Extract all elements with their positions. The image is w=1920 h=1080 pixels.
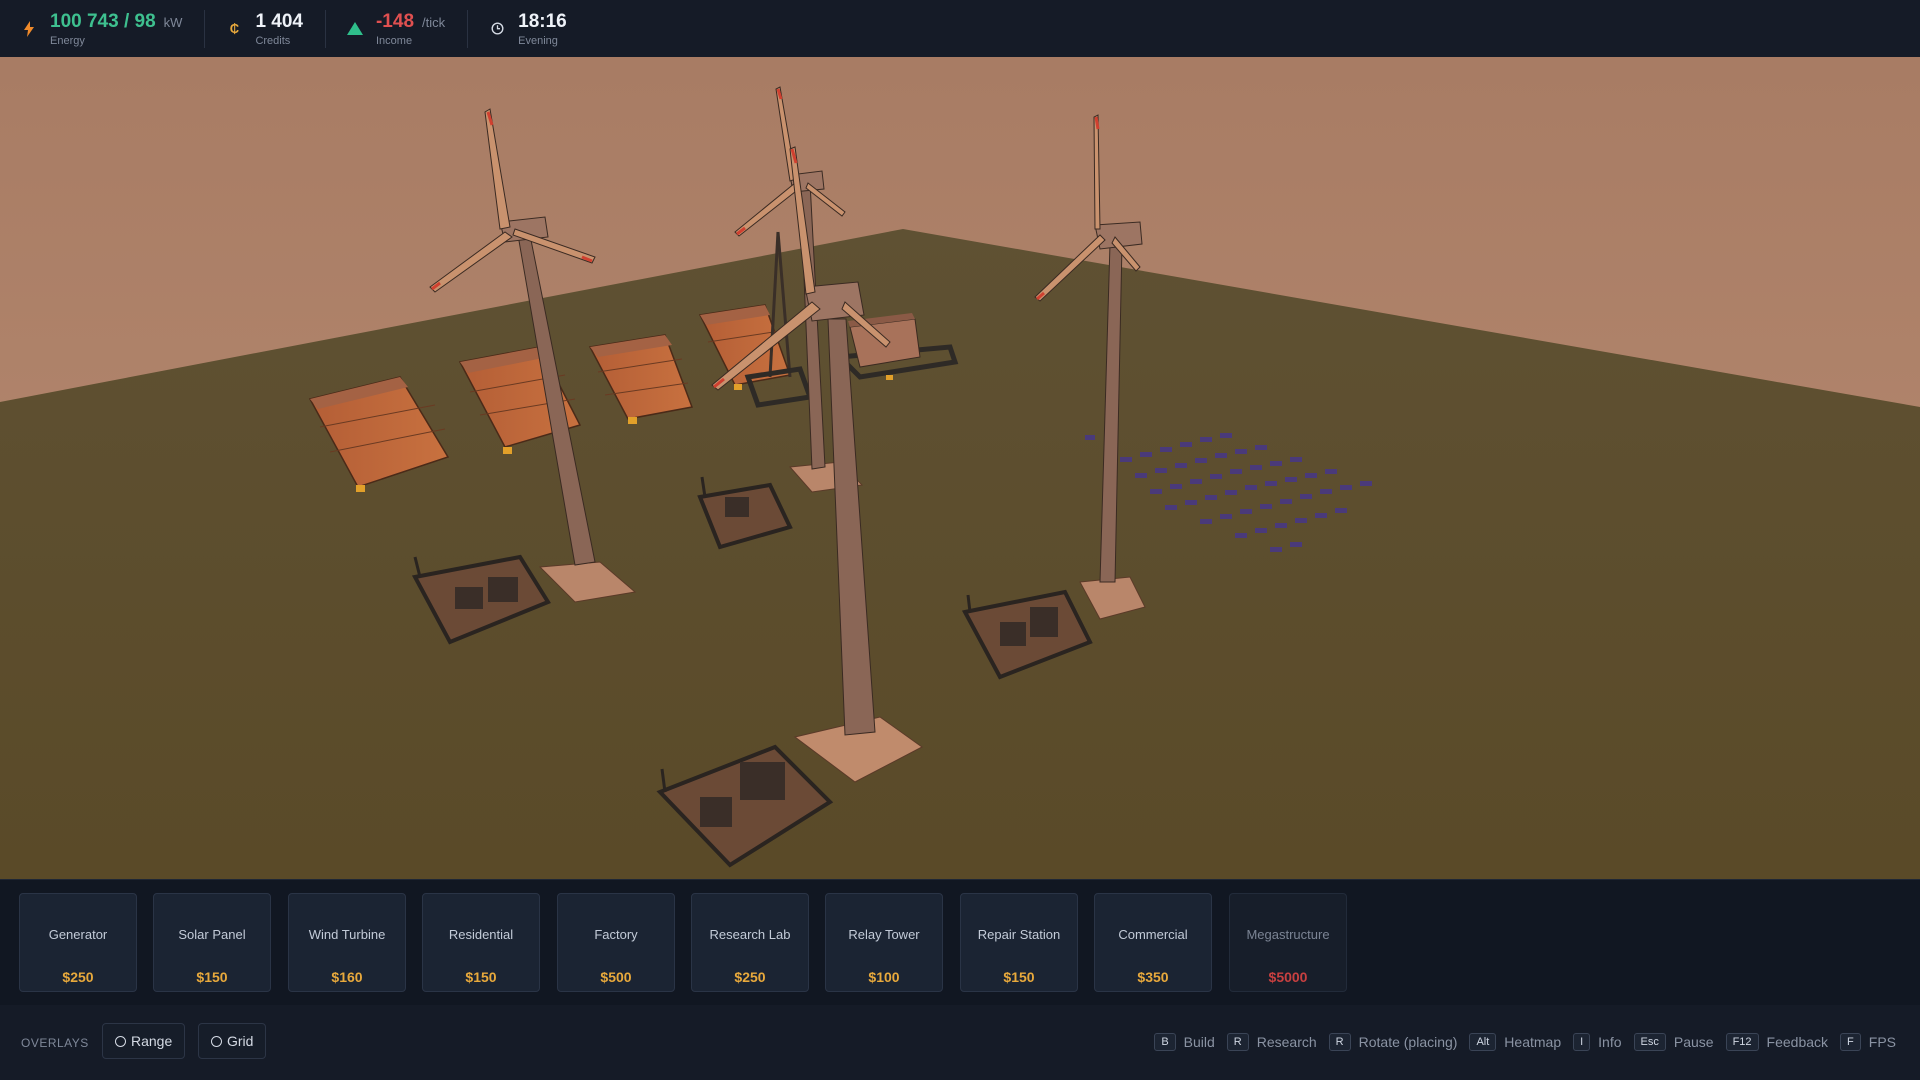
build-card-price: $250	[734, 969, 766, 985]
shortcut-desc: Heatmap	[1504, 1034, 1562, 1050]
build-card-price: $150	[1003, 969, 1035, 985]
income-stat: -148 /tick Income	[326, 9, 469, 48]
build-card-price: $500	[600, 969, 632, 985]
energy-stat: 100 743 / 98 kW Energy	[0, 9, 206, 48]
lightning-icon	[20, 20, 38, 37]
build-card-price: $350	[1137, 969, 1169, 985]
build-card-residential[interactable]: Residential $150	[422, 893, 540, 992]
build-card-research-lab[interactable]: Research Lab $250	[691, 893, 809, 992]
build-card-name: Wind Turbine	[308, 927, 386, 942]
shortcut-key: Esc	[1633, 1033, 1666, 1051]
build-card-megastructure[interactable]: Megastructure $5000	[1229, 893, 1347, 992]
build-card-name: Relay Tower	[848, 927, 920, 942]
time-label: Evening	[518, 34, 558, 47]
build-card-relay-tower[interactable]: Relay Tower $100	[825, 893, 943, 992]
shortcut-desc: Research	[1256, 1034, 1317, 1050]
build-card-name: Repair Station	[977, 927, 1061, 942]
build-card-name: Research Lab	[709, 927, 791, 942]
build-card-price: $250	[62, 969, 94, 985]
build-card-commercial[interactable]: Commercial $350	[1094, 893, 1212, 992]
build-card-name: Megastructure	[1246, 927, 1330, 942]
build-card-name: Generator	[48, 927, 108, 942]
scene-render[interactable]	[0, 57, 1920, 879]
build-menu: Generator $250 Solar Panel $150 Wind Tur…	[0, 879, 1920, 1006]
energy-value: 100 743 / 98	[50, 10, 156, 32]
overlay-range-toggle[interactable]: Range	[102, 1023, 186, 1059]
build-card-repair-station[interactable]: Repair Station $150	[960, 893, 1078, 992]
bottom-bar: OVERLAYS Range Grid B Build R Research R…	[0, 1005, 1920, 1080]
time-stat: 18:16 Evening	[468, 10, 589, 48]
shortcut-desc: Feedback	[1766, 1034, 1829, 1050]
build-card-price: $150	[196, 969, 228, 985]
coin-icon: ₵	[229, 21, 240, 36]
shortcut-key: I	[1573, 1033, 1591, 1051]
radio-circle-icon	[211, 1035, 222, 1047]
build-card-name: Commercial	[1118, 927, 1188, 942]
shortcut-desc: Info	[1598, 1034, 1622, 1050]
overlay-grid-label: Grid	[227, 1033, 254, 1049]
build-card-name: Factory	[594, 927, 638, 942]
energy-unit: kW	[163, 14, 183, 30]
shortcut-key: B	[1154, 1033, 1176, 1051]
shortcut-key: R	[1328, 1033, 1351, 1051]
radio-circle-icon	[115, 1035, 126, 1047]
clock-icon	[488, 22, 506, 35]
shortcut-key: F	[1840, 1033, 1861, 1051]
credits-value: 1 404	[255, 10, 303, 32]
shortcut-desc: Rotate (placing)	[1358, 1034, 1458, 1050]
build-card-solar-panel[interactable]: Solar Panel $150	[153, 893, 271, 992]
build-card-name: Residential	[448, 927, 514, 942]
income-unit: /tick	[422, 14, 446, 30]
credits-stat: ₵ 1 404 Credits	[205, 9, 326, 48]
shortcut-key: R	[1226, 1033, 1249, 1051]
shortcut-desc: Build	[1183, 1034, 1215, 1050]
overlay-grid-toggle[interactable]: Grid	[198, 1023, 267, 1059]
top-hud: 100 743 / 98 kW Energy ₵ 1 404 Credits -…	[0, 0, 1920, 58]
build-card-generator[interactable]: Generator $250	[19, 893, 137, 992]
keyboard-shortcuts: B Build R Research R Rotate (placing) Al…	[1154, 1033, 1896, 1051]
income-value: -148	[375, 10, 415, 32]
build-card-price: $150	[465, 969, 497, 985]
shortcut-desc: Pause	[1673, 1034, 1714, 1050]
build-card-price: $160	[331, 969, 363, 985]
build-card-name: Solar Panel	[178, 927, 246, 942]
shortcut-key: Alt	[1469, 1033, 1497, 1051]
build-card-factory[interactable]: Factory $500	[557, 893, 675, 992]
shortcut-desc: FPS	[1868, 1034, 1896, 1050]
energy-label: Energy	[50, 34, 85, 47]
triangle-up-icon	[346, 22, 364, 35]
overlays-label: OVERLAYS	[21, 1036, 89, 1050]
build-card-price: $100	[868, 969, 900, 985]
build-card-price: $5000	[1268, 969, 1308, 985]
income-label: Income	[375, 34, 413, 47]
overlay-range-label: Range	[131, 1033, 173, 1049]
build-card-wind-turbine[interactable]: Wind Turbine $160	[288, 893, 406, 992]
credits-label: Credits	[255, 34, 291, 47]
shortcut-key: F12	[1725, 1033, 1759, 1051]
time-value: 18:16	[518, 10, 567, 32]
game-viewport[interactable]	[0, 57, 1920, 879]
